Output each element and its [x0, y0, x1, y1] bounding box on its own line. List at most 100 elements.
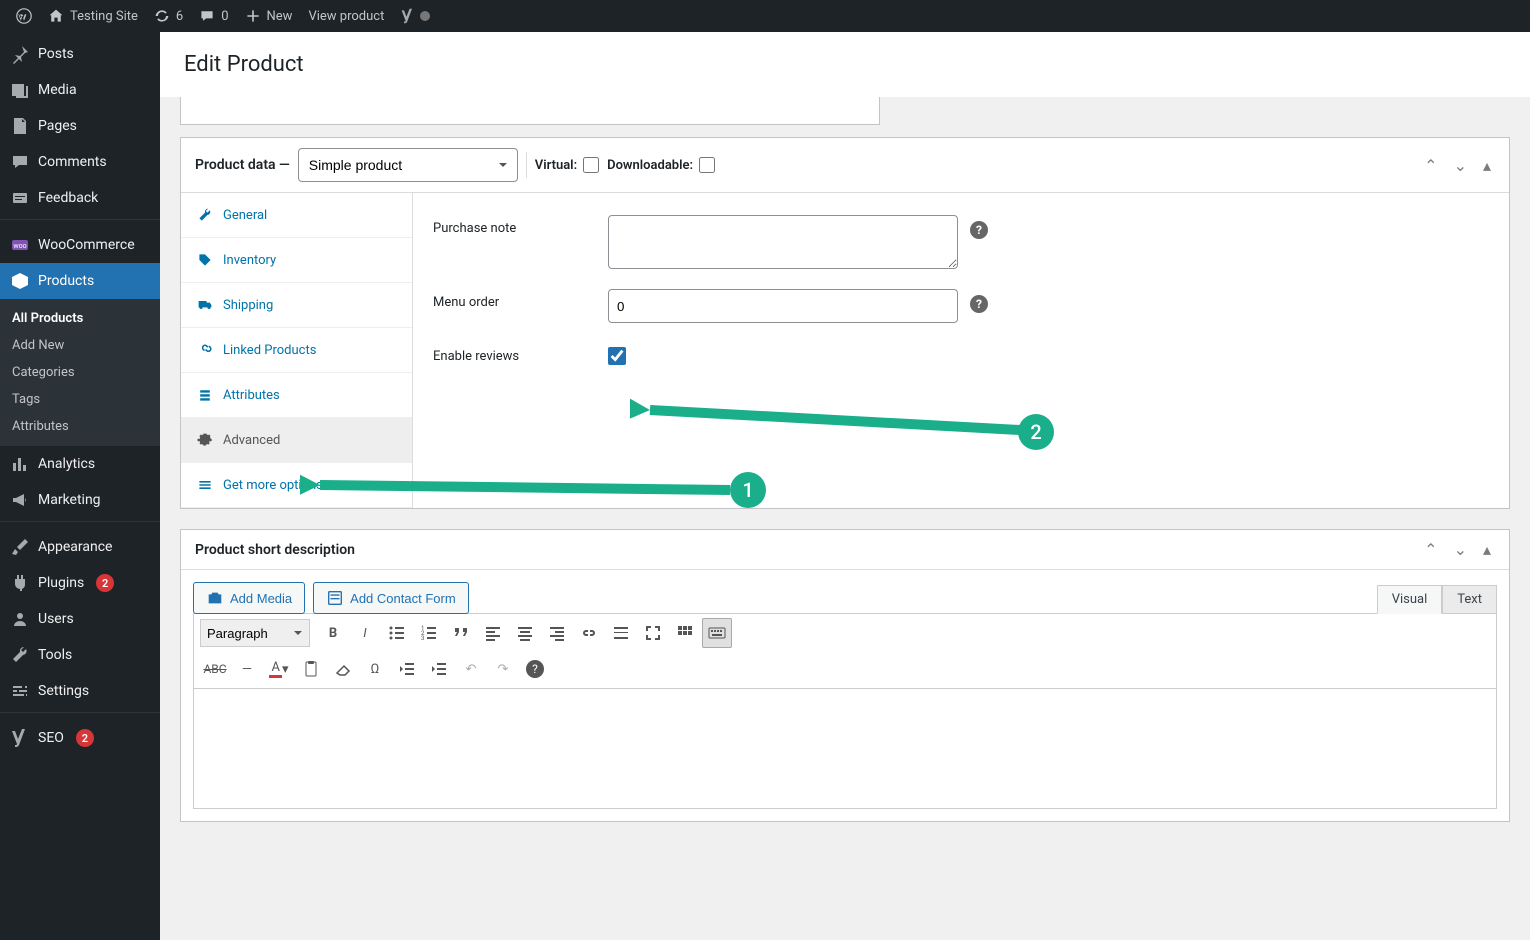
sub-attributes[interactable]: Attributes	[0, 413, 160, 440]
new-button[interactable]: New	[237, 0, 301, 32]
tab-attributes[interactable]: Attributes	[181, 373, 412, 418]
tag-icon	[197, 252, 213, 268]
sidebar-item-analytics[interactable]: Analytics	[0, 446, 160, 482]
align-left-button[interactable]	[478, 618, 508, 648]
tab-more-options[interactable]: Get more options	[181, 463, 412, 508]
link-button[interactable]	[574, 618, 604, 648]
purchase-note-label: Purchase note	[433, 215, 608, 236]
add-media-button[interactable]: Add Media	[193, 582, 305, 614]
comments-count: 0	[221, 9, 228, 24]
indent-button[interactable]	[424, 654, 454, 684]
yoast-icon	[10, 728, 30, 748]
editor-mode-tabs: Visual Text	[1377, 585, 1497, 614]
tab-general[interactable]: General	[181, 193, 412, 238]
downloadable-field[interactable]: Downloadable:	[607, 157, 715, 173]
help-icon[interactable]: ?	[970, 221, 988, 239]
sidebar-item-woocommerce[interactable]: wooWooCommerce	[0, 227, 160, 263]
sidebar-item-appearance[interactable]: Appearance	[0, 529, 160, 565]
tab-advanced[interactable]: Advanced	[181, 418, 412, 463]
align-right-button[interactable]	[542, 618, 572, 648]
move-up-button[interactable]: ⌃	[1420, 156, 1441, 175]
sidebar-item-feedback[interactable]: Feedback	[0, 180, 160, 216]
sliders-icon	[197, 477, 213, 493]
view-product-button[interactable]: View product	[300, 0, 392, 32]
wp-adv-button[interactable]	[670, 618, 700, 648]
site-home-button[interactable]: Testing Site	[40, 0, 146, 32]
admin-toolbar: Testing Site 6 0 New View product	[0, 0, 1530, 32]
text-tab[interactable]: Text	[1442, 585, 1497, 614]
menu-order-label: Menu order	[433, 289, 608, 310]
svg-text:3: 3	[421, 635, 424, 642]
admin-sidebar: Posts Media Pages Comments Feedback wooW…	[0, 32, 160, 940]
special-char-button[interactable]: Ω	[360, 654, 390, 684]
fullscreen-button[interactable]	[638, 618, 668, 648]
sliders-icon	[10, 681, 30, 701]
hr-button[interactable]: —	[232, 654, 262, 684]
product-type-select[interactable]: Simple product	[298, 148, 518, 182]
wrench-icon	[10, 645, 30, 665]
move-down-button[interactable]: ⌄	[1450, 540, 1471, 559]
toolbar-toggle-button[interactable]	[702, 618, 732, 648]
plugin-icon	[10, 573, 30, 593]
comments-button[interactable]: 0	[191, 0, 236, 32]
editor-textarea[interactable]	[193, 689, 1497, 809]
strikethrough-button[interactable]: ABC	[200, 654, 230, 684]
sub-add-new[interactable]: Add New	[0, 332, 160, 359]
sidebar-item-seo[interactable]: SEO2	[0, 720, 160, 756]
sub-categories[interactable]: Categories	[0, 359, 160, 386]
sidebar-item-plugins[interactable]: Plugins2	[0, 565, 160, 601]
clear-format-button[interactable]	[328, 654, 358, 684]
number-list-button[interactable]: 123	[414, 618, 444, 648]
wp-logo-button[interactable]	[8, 0, 40, 32]
paste-text-button[interactable]	[296, 654, 326, 684]
italic-button[interactable]: I	[350, 618, 380, 648]
menu-order-input[interactable]	[608, 289, 958, 323]
clipboard-icon	[301, 659, 321, 679]
visual-tab[interactable]: Visual	[1377, 585, 1443, 614]
tab-linked[interactable]: Linked Products	[181, 328, 412, 373]
virtual-field[interactable]: Virtual:	[535, 157, 599, 173]
sidebar-item-posts[interactable]: Posts	[0, 36, 160, 72]
updates-button[interactable]: 6	[146, 0, 191, 32]
sidebar-item-marketing[interactable]: Marketing	[0, 482, 160, 518]
downloadable-checkbox[interactable]	[699, 157, 715, 173]
sub-tags[interactable]: Tags	[0, 386, 160, 413]
collapse-button[interactable]: ▴	[1479, 540, 1495, 559]
yoast-button[interactable]	[392, 0, 438, 32]
move-up-button[interactable]: ⌃	[1420, 540, 1441, 559]
collapse-button[interactable]: ▴	[1479, 156, 1495, 175]
undo-button[interactable]: ↶	[456, 654, 486, 684]
home-icon	[48, 8, 64, 24]
text-color-button[interactable]: A▾	[264, 654, 294, 684]
align-center-button[interactable]	[510, 618, 540, 648]
add-contact-form-button[interactable]: Add Contact Form	[313, 582, 469, 614]
virtual-checkbox[interactable]	[583, 157, 599, 173]
sidebar-item-media[interactable]: Media	[0, 72, 160, 108]
format-select[interactable]: Paragraph	[200, 619, 310, 647]
sub-all-products[interactable]: All Products	[0, 305, 160, 332]
sidebar-item-pages[interactable]: Pages	[0, 108, 160, 144]
sidebar-item-products[interactable]: Products	[0, 263, 160, 299]
redo-button[interactable]: ↷	[488, 654, 518, 684]
purchase-note-input[interactable]	[608, 215, 958, 269]
sidebar-item-users[interactable]: Users	[0, 601, 160, 637]
sidebar-item-settings[interactable]: Settings	[0, 673, 160, 709]
product-data-header: Product data — Simple product Virtual: D…	[181, 138, 1509, 193]
woocommerce-icon: woo	[10, 235, 30, 255]
tab-inventory[interactable]: Inventory	[181, 238, 412, 283]
outdent-button[interactable]	[392, 654, 422, 684]
tab-shipping[interactable]: Shipping	[181, 283, 412, 328]
enable-reviews-checkbox[interactable]	[608, 347, 626, 365]
sidebar-item-tools[interactable]: Tools	[0, 637, 160, 673]
move-down-button[interactable]: ⌄	[1450, 156, 1471, 175]
blockquote-button[interactable]	[446, 618, 476, 648]
read-more-button[interactable]	[606, 618, 636, 648]
products-submenu: All Products Add New Categories Tags Att…	[0, 299, 160, 446]
help-button[interactable]: ?	[520, 654, 550, 684]
camera-icon	[206, 589, 224, 607]
bullet-list-button[interactable]	[382, 618, 412, 648]
sidebar-item-comments[interactable]: Comments	[0, 144, 160, 180]
help-icon[interactable]: ?	[970, 295, 988, 313]
eraser-icon	[333, 659, 353, 679]
bold-button[interactable]: B	[318, 618, 348, 648]
